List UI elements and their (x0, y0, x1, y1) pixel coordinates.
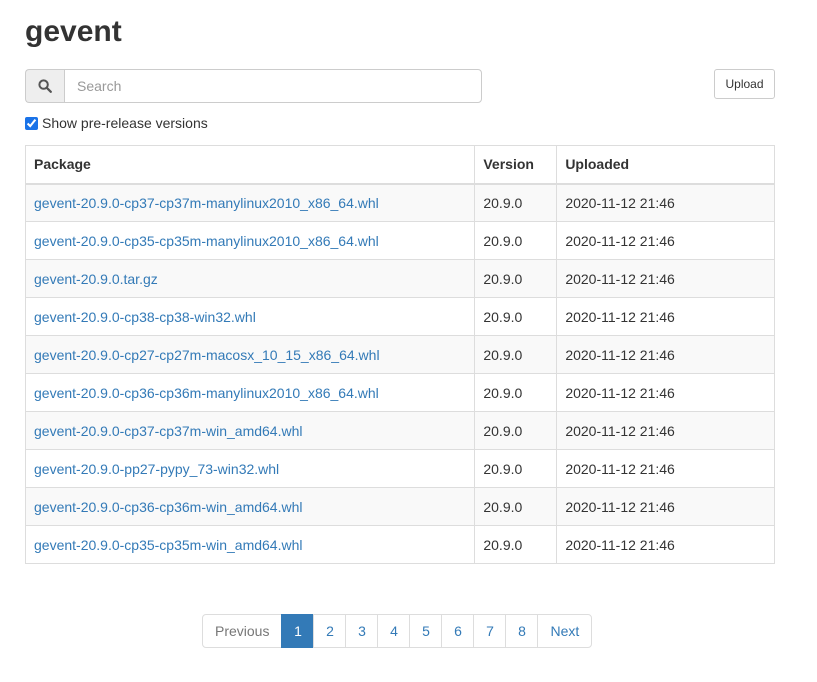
cell-version: 20.9.0 (474, 525, 558, 564)
cell-version: 20.9.0 (474, 411, 558, 450)
cell-version: 20.9.0 (474, 373, 558, 412)
cell-package: gevent-20.9.0-pp27-pypy_73-win32.whl (24, 449, 476, 488)
pagination-pages: 12345678 (281, 614, 539, 648)
table-row: gevent-20.9.0-cp36-cp36m-manylinux2010_x… (24, 373, 775, 412)
search-input[interactable] (64, 69, 482, 103)
package-link[interactable]: gevent-20.9.0-cp37-cp37m-win_amd64.whl (34, 423, 302, 439)
table-body: gevent-20.9.0-cp37-cp37m-manylinux2010_x… (24, 183, 775, 564)
prerelease-toggle[interactable]: Show pre-release versions (25, 115, 208, 131)
cell-uploaded: 2020-11-12 21:46 (556, 373, 775, 412)
package-link[interactable]: gevent-20.9.0-cp36-cp36m-manylinux2010_x… (34, 385, 379, 401)
cell-version: 20.9.0 (474, 221, 558, 260)
search-icon-glyph (38, 79, 52, 93)
cell-package: gevent-20.9.0-cp35-cp35m-manylinux2010_x… (24, 221, 476, 260)
table-row: gevent-20.9.0.tar.gz 20.9.0 2020-11-12 21:… (24, 259, 775, 298)
pagination-page-8[interactable]: 8 (505, 614, 539, 648)
cell-uploaded: 2020-11-12 21:46 (556, 259, 775, 298)
pagination-next[interactable]: Next (537, 614, 593, 648)
column-header-uploaded: Uploaded (556, 145, 775, 185)
package-link[interactable]: gevent-20.9.0-cp27-cp27m-macosx_10_15_x8… (34, 347, 380, 363)
cell-package: gevent-20.9.0-cp37-cp37m-win_amd64.whl (24, 411, 476, 450)
column-header-package: Package (24, 145, 476, 185)
cell-version: 20.9.0 (474, 487, 558, 526)
package-link[interactable]: gevent-20.9.0-cp35-cp35m-manylinux2010_x… (34, 233, 379, 249)
cell-uploaded: 2020-11-12 21:46 (556, 487, 775, 526)
cell-uploaded: 2020-11-12 21:46 (556, 335, 775, 374)
cell-version: 20.9.0 (474, 449, 558, 488)
upload-button[interactable]: Upload (714, 69, 775, 99)
search-icon[interactable] (25, 69, 64, 103)
cell-uploaded: 2020-11-12 21:46 (556, 221, 775, 260)
cell-uploaded: 2020-11-12 21:46 (556, 297, 775, 336)
package-link[interactable]: gevent-20.9.0.tar.gz (34, 271, 158, 287)
search-group (25, 69, 482, 103)
package-link[interactable]: gevent-20.9.0-cp38-cp38-win32.whl (34, 309, 256, 325)
packages-table: Package Version Uploaded gevent-20.9.0-c… (24, 145, 775, 564)
cell-package: gevent-20.9.0-cp27-cp27m-macosx_10_15_x8… (24, 335, 476, 374)
table-row: gevent-20.9.0-cp37-cp37m-win_amd64.whl 20… (24, 411, 775, 450)
pagination-page-7[interactable]: 7 (473, 614, 507, 648)
pagination-page-2[interactable]: 2 (313, 614, 347, 648)
cell-uploaded: 2020-11-12 21:46 (556, 525, 775, 564)
page-title: gevent (25, 15, 122, 48)
prerelease-checkbox[interactable] (25, 116, 38, 130)
cell-uploaded: 2020-11-12 21:46 (556, 411, 775, 450)
cell-version: 20.9.0 (474, 259, 558, 298)
pagination-page-4[interactable]: 4 (377, 614, 411, 648)
column-header-version: Version (474, 145, 558, 185)
pagination-page-6[interactable]: 6 (441, 614, 475, 648)
table-row: gevent-20.9.0-cp35-cp35m-manylinux2010_x… (24, 221, 775, 260)
package-link[interactable]: gevent-20.9.0-cp35-cp35m-win_amd64.whl (34, 537, 302, 553)
table-row: gevent-20.9.0-pp27-pypy_73-win32.whl 20.9… (24, 449, 775, 488)
table-row: gevent-20.9.0-cp38-cp38-win32.whl 20.9.0 2… (24, 297, 775, 336)
table-row: gevent-20.9.0-cp36-cp36m-win_amd64.whl 20… (24, 487, 775, 526)
pagination-page-3[interactable]: 3 (345, 614, 379, 648)
table-header-row: Package Version Uploaded (24, 145, 775, 185)
cell-package: gevent-20.9.0-cp37-cp37m-manylinux2010_x… (24, 183, 476, 222)
table-row: gevent-20.9.0-cp35-cp35m-win_amd64.whl 20… (24, 525, 775, 564)
cell-package: gevent-20.9.0-cp35-cp35m-win_amd64.whl (24, 525, 476, 564)
pagination-page-5[interactable]: 5 (409, 614, 443, 648)
cell-package: gevent-20.9.0.tar.gz (24, 259, 476, 298)
pagination: Previous 12345678 Next (202, 614, 593, 648)
cell-uploaded: 2020-11-12 21:46 (556, 183, 775, 222)
table-row: gevent-20.9.0-cp27-cp27m-macosx_10_15_x8… (24, 335, 775, 374)
cell-package: gevent-20.9.0-cp36-cp36m-win_amd64.whl (24, 487, 476, 526)
pagination-previous[interactable]: Previous (202, 614, 283, 648)
package-link[interactable]: gevent-20.9.0-cp36-cp36m-win_amd64.whl (34, 499, 302, 515)
package-link[interactable]: gevent-20.9.0-cp37-cp37m-manylinux2010_x… (34, 195, 379, 211)
cell-version: 20.9.0 (474, 183, 558, 222)
cell-version: 20.9.0 (474, 335, 558, 374)
table-row: gevent-20.9.0-cp37-cp37m-manylinux2010_x… (24, 183, 775, 222)
pagination-page-1[interactable]: 1 (281, 614, 315, 648)
cell-version: 20.9.0 (474, 297, 558, 336)
cell-package: gevent-20.9.0-cp38-cp38-win32.whl (24, 297, 476, 336)
package-link[interactable]: gevent-20.9.0-pp27-pypy_73-win32.whl (34, 461, 279, 477)
prerelease-label: Show pre-release versions (42, 115, 208, 131)
cell-package: gevent-20.9.0-cp36-cp36m-manylinux2010_x… (24, 373, 476, 412)
cell-uploaded: 2020-11-12 21:46 (556, 449, 775, 488)
